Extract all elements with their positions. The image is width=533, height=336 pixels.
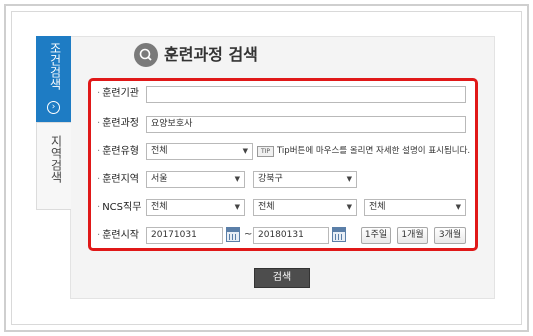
institution-input[interactable]	[146, 86, 466, 103]
tab-region-search-label: 지역검색	[49, 135, 63, 183]
type-label: · 훈련유형	[97, 146, 139, 157]
tab-condition-search-label: 조건검색	[48, 42, 62, 90]
chevron-right-icon: ›	[47, 101, 60, 114]
chevron-down-icon: ▼	[242, 147, 248, 155]
chevron-down-icon: ▼	[346, 175, 352, 183]
one-month-button[interactable]: 1개월	[397, 227, 428, 244]
start-date-from-input[interactable]: 20171031	[146, 227, 223, 244]
start-label: · 훈련시작	[97, 230, 139, 241]
search-button[interactable]: 검색	[254, 268, 310, 288]
one-week-button[interactable]: 1주일	[361, 227, 391, 244]
date-separator: ~	[244, 229, 253, 240]
page-title: 훈련과정 검색	[164, 45, 258, 64]
ncs-select-2[interactable]: 전체 ▼	[253, 199, 357, 216]
institution-label: · 훈련기관	[97, 88, 139, 99]
chevron-down-icon: ▼	[455, 203, 461, 211]
region-label: · 훈련지역	[97, 174, 139, 185]
search-icon	[134, 43, 158, 67]
chevron-down-icon: ▼	[234, 203, 240, 211]
tab-condition-search[interactable]: 조건검색 ›	[36, 36, 71, 122]
tip-button[interactable]: TIP	[257, 146, 274, 157]
course-input[interactable]: 요양보호사	[146, 116, 466, 133]
subregion-select[interactable]: 강북구 ▼	[253, 171, 357, 188]
three-month-button[interactable]: 3개월	[434, 227, 466, 244]
chevron-down-icon: ▼	[346, 203, 352, 211]
ncs-select-1[interactable]: 전체 ▼	[146, 199, 245, 216]
course-label: · 훈련과정	[97, 118, 139, 129]
tab-region-search[interactable]: 지역검색	[36, 122, 71, 210]
type-select[interactable]: 전체 ▼	[146, 143, 253, 160]
ncs-label: · NCS직무	[97, 202, 142, 213]
ncs-select-3[interactable]: 전체 ▼	[364, 199, 466, 216]
start-date-to-input[interactable]: 20180131	[253, 227, 329, 244]
tip-description: Tip버튼에 마우스를 올리면 자세한 설명이 표시됩니다.	[277, 146, 471, 156]
calendar-icon[interactable]	[226, 227, 240, 242]
region-select[interactable]: 서울 ▼	[146, 171, 245, 188]
search-conditions-box	[88, 78, 478, 251]
chevron-down-icon: ▼	[234, 175, 240, 183]
calendar-icon[interactable]	[332, 227, 346, 242]
